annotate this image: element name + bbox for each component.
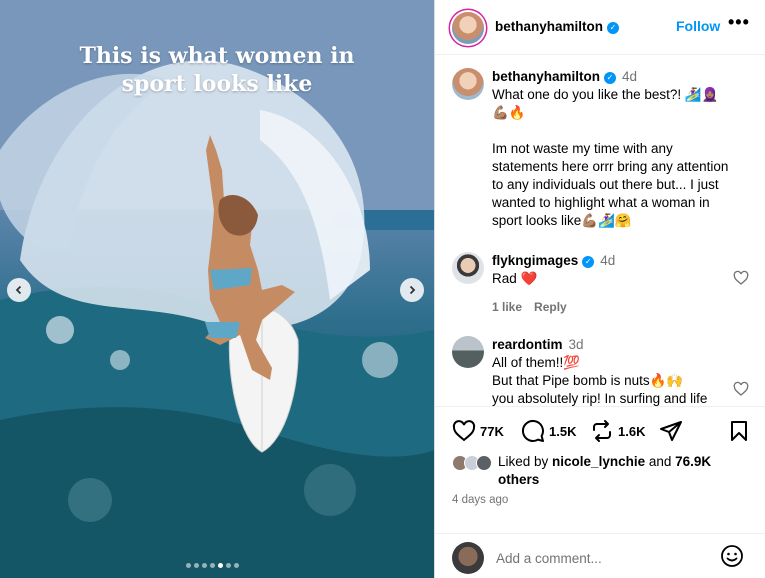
caption-line: to any individuals out there but... I ju…: [492, 177, 719, 192]
carousel-dot: [234, 563, 239, 568]
emoji-icon[interactable]: [720, 544, 744, 568]
verified-badge-icon: ✓: [604, 72, 617, 84]
caption-line: Im not waste my time with any: [492, 141, 673, 156]
comment-text: All of them!!💯: [492, 355, 581, 370]
author-avatar[interactable]: [452, 12, 484, 44]
carousel-dot: [202, 563, 207, 568]
like-comment-heart-icon[interactable]: [733, 270, 749, 286]
verified-badge-icon: ✓: [607, 22, 620, 34]
repost-button[interactable]: 1.6K: [590, 419, 645, 443]
send-icon: [660, 421, 682, 441]
caption-line: sport looks like💪🏽🏄‍♀️🤗: [492, 213, 632, 228]
author-username-row[interactable]: bethanyhamilton ✓: [495, 19, 620, 34]
liked-by: Liked by nicole_lynchie and 76.9K others: [452, 453, 752, 489]
liked-by-suffix[interactable]: others: [498, 472, 539, 487]
caption-line: statements here orrr bring any attention: [492, 159, 729, 174]
caption-line-1: This is what women in: [79, 43, 355, 69]
commenter-username[interactable]: reardontim: [492, 337, 563, 352]
repost-icon: [593, 420, 611, 442]
carousel-dot: [210, 563, 215, 568]
comment-text: you absolutely rip! In surfing and life: [492, 391, 708, 406]
comment-time: 3d: [568, 337, 584, 352]
repost-count: 1.6K: [618, 423, 646, 439]
carousel-indicator: [186, 563, 239, 568]
comment-count: 1.5K: [549, 423, 577, 439]
like-count: 77K: [480, 423, 504, 439]
comment-text: Rad ❤️: [492, 271, 538, 286]
reply-button[interactable]: Reply: [534, 300, 567, 314]
caption-line: wanted to highlight what a woman in: [492, 195, 710, 210]
post-media[interactable]: This is what women in sport looks like: [0, 0, 434, 578]
author-avatar-small[interactable]: [452, 68, 484, 100]
post-header: bethanyhamilton ✓ Follow •••: [435, 0, 765, 55]
like-button[interactable]: 77K: [452, 419, 504, 443]
comment-button[interactable]: 1.5K: [521, 419, 576, 443]
like-comment-heart-icon[interactable]: [733, 381, 749, 397]
post-timestamp[interactable]: 4 days ago: [452, 494, 508, 506]
comment-time: 4d: [600, 253, 616, 268]
author-username[interactable]: bethanyhamilton: [495, 19, 603, 34]
heart-icon: [452, 420, 476, 442]
liked-by-prefix: Liked by: [498, 454, 553, 469]
carousel-dot: [186, 563, 191, 568]
media-caption: This is what women in sport looks like: [0, 42, 434, 98]
add-comment-bar: Add a comment...: [435, 533, 765, 578]
carousel-prev-button[interactable]: [7, 278, 31, 302]
commenter-username[interactable]: flykngimages: [492, 253, 578, 268]
verified-badge-icon: ✓: [582, 256, 595, 268]
commenter-avatar[interactable]: [452, 252, 484, 284]
post-actions: 77K 1.5K 1.6K Liked by nicole_lynchie an…: [435, 406, 765, 578]
bookmark-icon: [731, 421, 747, 441]
liked-by-user[interactable]: nicole_lynchie: [552, 454, 645, 469]
save-button[interactable]: [727, 419, 755, 443]
liked-by-middle: and: [645, 454, 676, 469]
liked-by-count[interactable]: 76.9K: [675, 454, 711, 469]
carousel-dot: [226, 563, 231, 568]
comment-text: But that Pipe bomb is nuts🔥🙌: [492, 373, 684, 388]
follow-button[interactable]: Follow: [676, 18, 720, 34]
caption-line: What one do you like the best?! 🏄‍♀️🧕🏽: [492, 87, 719, 102]
caption-line-2: sport looks like: [121, 71, 313, 97]
carousel-dot: [194, 563, 199, 568]
more-options-icon[interactable]: •••: [728, 12, 750, 33]
caption-username[interactable]: bethanyhamilton: [492, 69, 600, 84]
comment-bubble-icon: [521, 419, 544, 442]
caption-time: 4d: [622, 69, 638, 84]
comment-like-count[interactable]: 1 like: [492, 300, 522, 314]
share-button[interactable]: [659, 419, 687, 443]
comments-list[interactable]: bethanyhamilton ✓ 4d What one do you like …: [435, 56, 765, 406]
chevron-right-icon: [409, 285, 416, 295]
chevron-left-icon: [15, 285, 22, 295]
add-comment-input[interactable]: Add a comment...: [496, 551, 602, 566]
liker-avatars: [452, 455, 496, 471]
post-sidebar: bethanyhamilton ✓ Follow ••• bethanyhamil…: [435, 0, 765, 578]
carousel-next-button[interactable]: [400, 278, 424, 302]
viewer-avatar: [452, 542, 484, 574]
caption-line: 💪🏽🔥: [492, 105, 526, 120]
commenter-avatar[interactable]: [452, 336, 484, 368]
carousel-dot: [218, 563, 223, 568]
